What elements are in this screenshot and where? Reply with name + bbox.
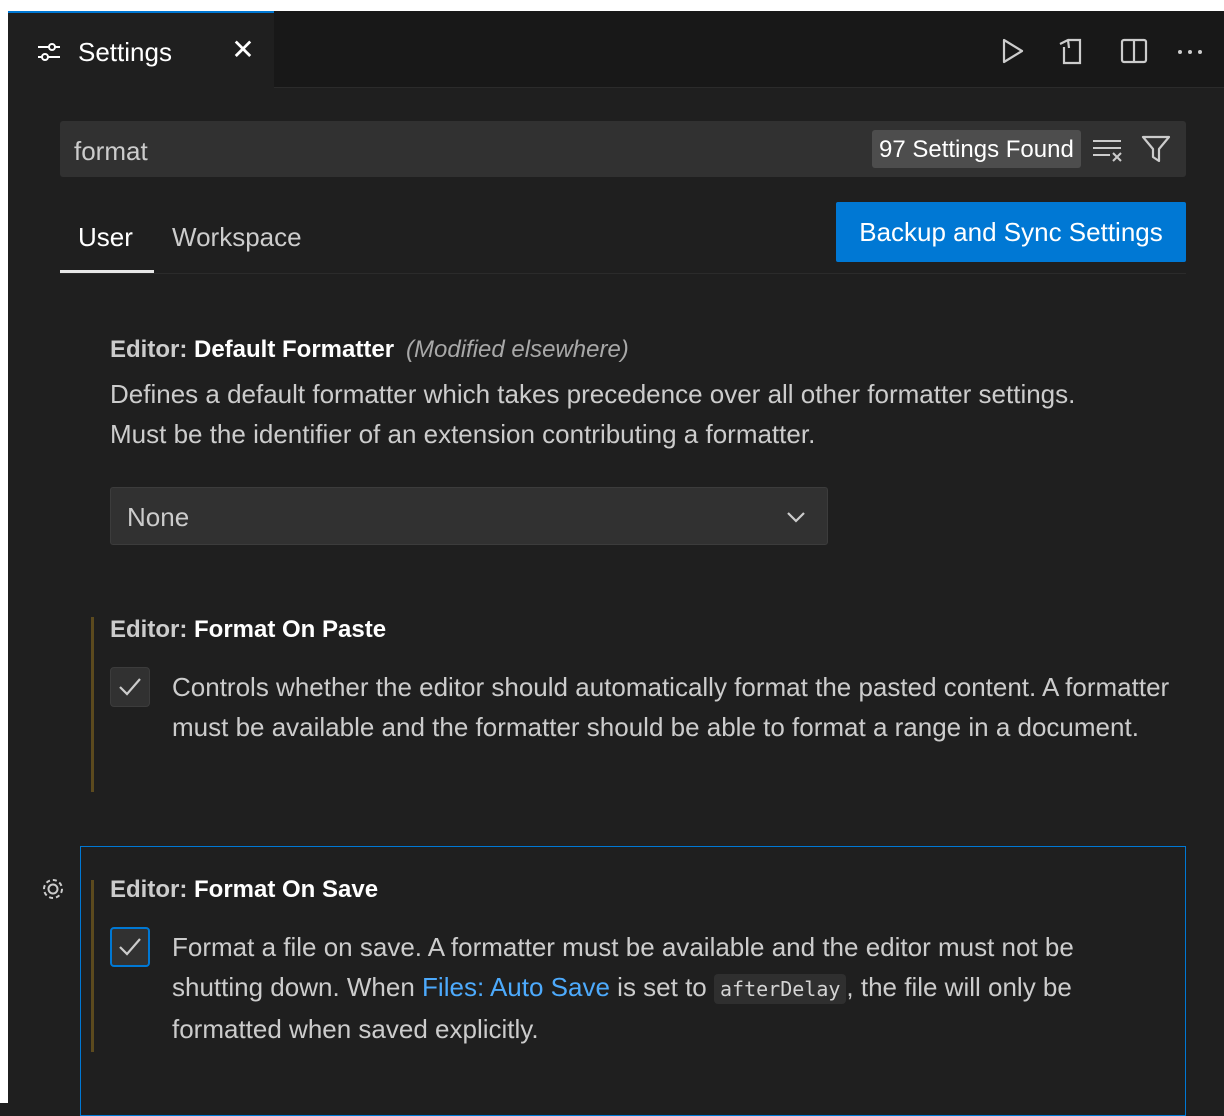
window-edge-left	[0, 0, 8, 1103]
setting-default-formatter: Editor: Default Formatter (Modified elsew…	[110, 336, 1110, 454]
setting-title: Editor: Default Formatter (Modified elsew…	[110, 336, 1110, 364]
filter-icon[interactable]	[1140, 133, 1172, 165]
inline-code: afterDelay	[713, 974, 847, 1004]
run-icon[interactable]	[996, 35, 1028, 67]
scope-divider	[60, 273, 1186, 274]
backup-sync-button[interactable]: Backup and Sync Settings	[836, 202, 1186, 262]
check-icon	[119, 938, 141, 956]
select-value: None	[127, 502, 190, 532]
more-actions-icon[interactable]	[1174, 35, 1206, 67]
setting-title: Editor: Format On Paste	[110, 616, 1190, 644]
editor-tab-bar: Settings ✕	[8, 11, 1224, 88]
setting-name: Default Formatter	[194, 336, 395, 363]
settings-sliders-icon	[38, 43, 60, 61]
clear-filter-icon[interactable]	[1090, 135, 1124, 165]
tab-settings[interactable]: Settings ✕	[8, 11, 274, 88]
settings-search-input[interactable]: format 97 Settings Found	[60, 121, 1186, 177]
setting-description: Format a file on save. A formatter must …	[172, 927, 1172, 1049]
files-auto-save-link[interactable]: Files: Auto Save	[422, 972, 610, 1002]
tab-user[interactable]: User	[78, 222, 133, 253]
tab-workspace[interactable]: Workspace	[172, 222, 302, 253]
chevron-down-icon	[787, 512, 805, 523]
setting-description: Defines a default formatter which takes …	[110, 379, 1076, 449]
modified-indicator	[91, 880, 94, 1052]
split-editor-icon[interactable]	[1118, 35, 1150, 67]
setting-category: Editor:	[110, 616, 194, 643]
modified-indicator	[91, 617, 94, 792]
setting-category: Editor:	[110, 336, 194, 363]
setting-format-on-paste: Editor: Format On Paste	[110, 616, 1190, 644]
setting-name: Format On Save	[194, 876, 379, 903]
format-on-paste-checkbox[interactable]	[110, 667, 150, 707]
tab-label: Settings	[78, 37, 172, 67]
check-icon	[119, 678, 141, 696]
description-text: is set to	[609, 972, 714, 1002]
default-formatter-select[interactable]: None	[110, 487, 828, 545]
open-settings-json-icon[interactable]	[1056, 35, 1088, 67]
search-query: format	[74, 136, 148, 166]
results-count-badge: 97 Settings Found	[872, 130, 1081, 168]
setting-description: Controls whether the editor should autom…	[172, 672, 1170, 742]
format-on-save-checkbox[interactable]	[110, 927, 150, 967]
window-edge-top	[0, 0, 1224, 11]
modified-elsewhere-link[interactable]: (Modified elsewhere)	[406, 336, 629, 363]
close-icon[interactable]: ✕	[228, 33, 258, 67]
setting-name: Format On Paste	[194, 616, 387, 643]
setting-format-on-save: Editor: Format On Save	[110, 876, 1190, 904]
setting-category: Editor:	[110, 876, 194, 903]
setting-title: Editor: Format On Save	[110, 876, 1190, 904]
gear-icon[interactable]	[38, 874, 68, 904]
